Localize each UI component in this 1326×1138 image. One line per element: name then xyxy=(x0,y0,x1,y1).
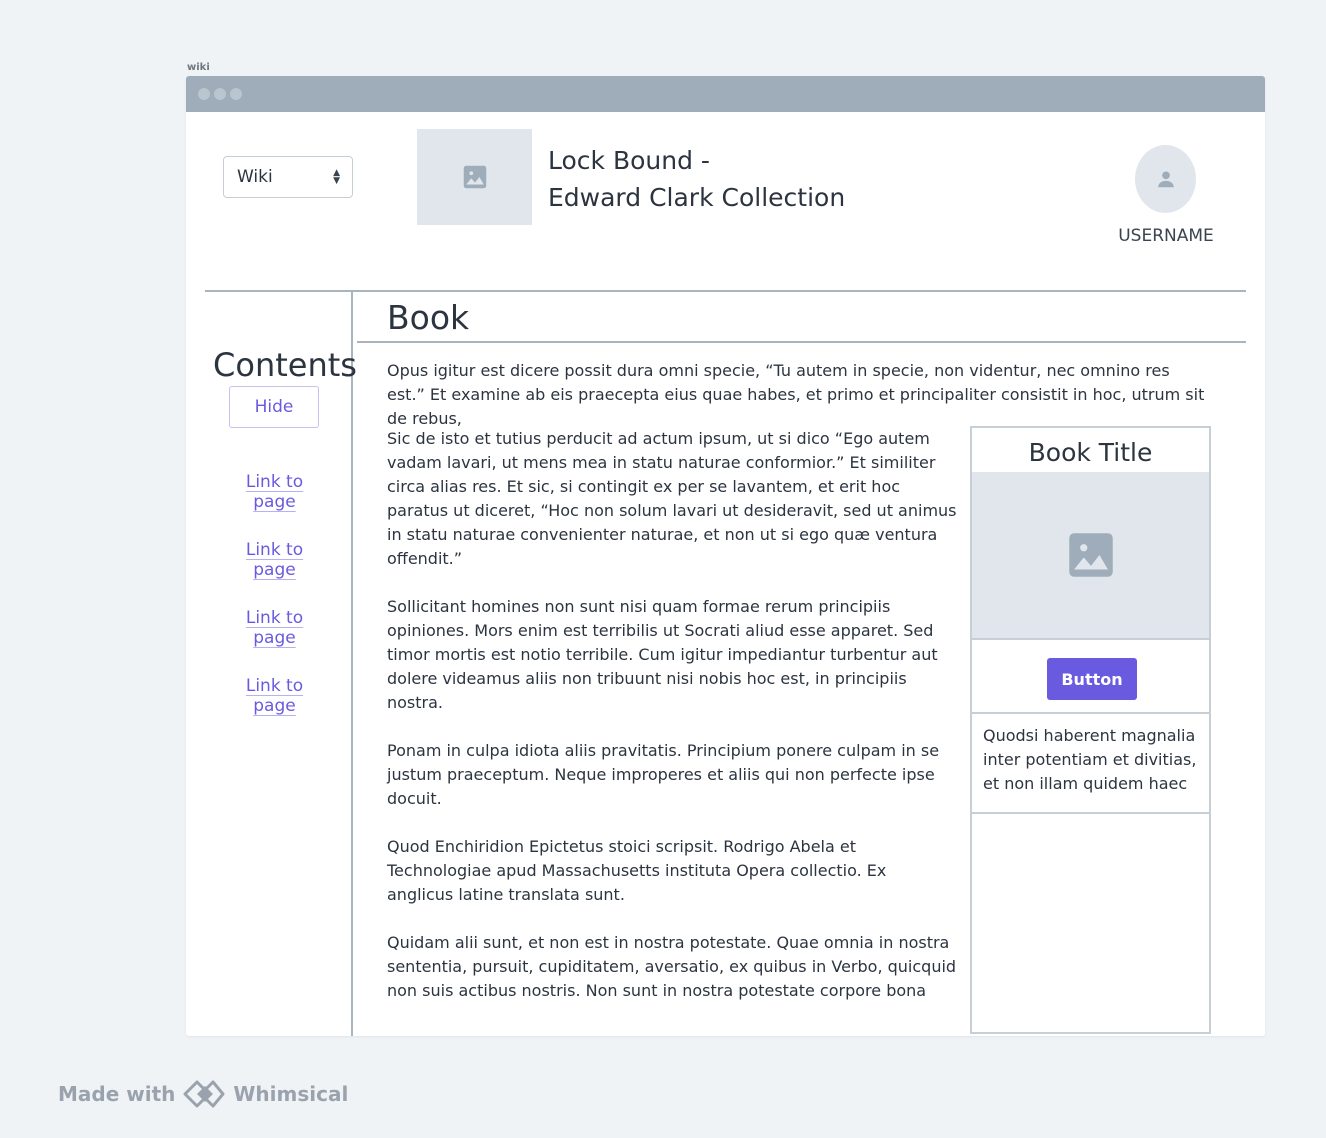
sidebar-divider xyxy=(351,291,353,1036)
infobox-text: Quodsi haberent magnalia inter potentiam… xyxy=(983,726,1197,793)
image-icon xyxy=(1068,533,1113,577)
infobox-button[interactable]: Button xyxy=(1047,658,1137,700)
window-dot-icon xyxy=(198,88,210,100)
article-paragraph: Quod Enchiridion Epictetus stoici scrips… xyxy=(387,837,887,904)
image-icon xyxy=(463,165,486,189)
user-icon xyxy=(1157,171,1174,188)
brand-label: Whimsical xyxy=(233,1082,349,1106)
article-paragraph: Ponam in culpa idiota aliis pravitatis. … xyxy=(387,741,940,808)
header-divider xyxy=(205,290,1246,292)
toc-link[interactable]: Link to page xyxy=(227,472,322,512)
wiki-select[interactable]: Wiki ▲ ▼ xyxy=(223,156,353,198)
infobox: Book Title Button Quodsi haberent magnal… xyxy=(970,426,1211,1034)
contents-heading: Contents xyxy=(213,346,357,384)
select-arrows-icon: ▲ ▼ xyxy=(333,168,340,186)
whimsical-logo-icon xyxy=(183,1080,225,1108)
article-paragraph: Sic de isto et tutius perducit ad actum … xyxy=(387,429,957,568)
window-dot-icon xyxy=(230,88,242,100)
page-title-line2: Edward Clark Collection xyxy=(548,183,846,212)
made-with-badge[interactable]: Made with Whimsical xyxy=(58,1080,348,1108)
header-image-placeholder xyxy=(417,129,532,225)
frame-label: wiki xyxy=(187,62,210,73)
article-paragraph: Sollicitant homines non sunt nisi quam f… xyxy=(387,597,938,712)
username-label[interactable]: USERNAME xyxy=(1106,226,1226,246)
avatar[interactable] xyxy=(1135,145,1196,213)
page-title: Lock Bound - Edward Clark Collection xyxy=(548,142,845,216)
article-paragraph: Quidam alii sunt, et non est in nostra p… xyxy=(387,933,957,1000)
window-titlebar xyxy=(186,76,1265,112)
article-body: Sic de isto et tutius perducit ad actum … xyxy=(387,427,957,1027)
toc-link[interactable]: Link to page xyxy=(227,540,322,580)
toc-link[interactable]: Link to page xyxy=(227,608,322,648)
intro-paragraph: Opus igitur est dicere possit dura omni … xyxy=(387,361,1205,428)
window-dot-icon xyxy=(214,88,226,100)
browser-window: Wiki ▲ ▼ Lock Bound - Edward Clark Collec… xyxy=(186,76,1265,1036)
infobox-title: Book Title xyxy=(1028,438,1153,467)
heading-divider xyxy=(357,341,1246,343)
section-heading: Book xyxy=(387,298,470,337)
page-title-line1: Lock Bound - xyxy=(548,146,710,175)
infobox-divider xyxy=(972,812,1209,814)
wiki-select-value: Wiki xyxy=(237,167,273,187)
hide-contents-button[interactable]: Hide xyxy=(229,386,319,428)
toc-link[interactable]: Link to page xyxy=(227,676,322,716)
infobox-image-placeholder xyxy=(972,472,1209,640)
made-with-label: Made with xyxy=(58,1082,176,1106)
infobox-button-row: Button xyxy=(972,642,1209,714)
